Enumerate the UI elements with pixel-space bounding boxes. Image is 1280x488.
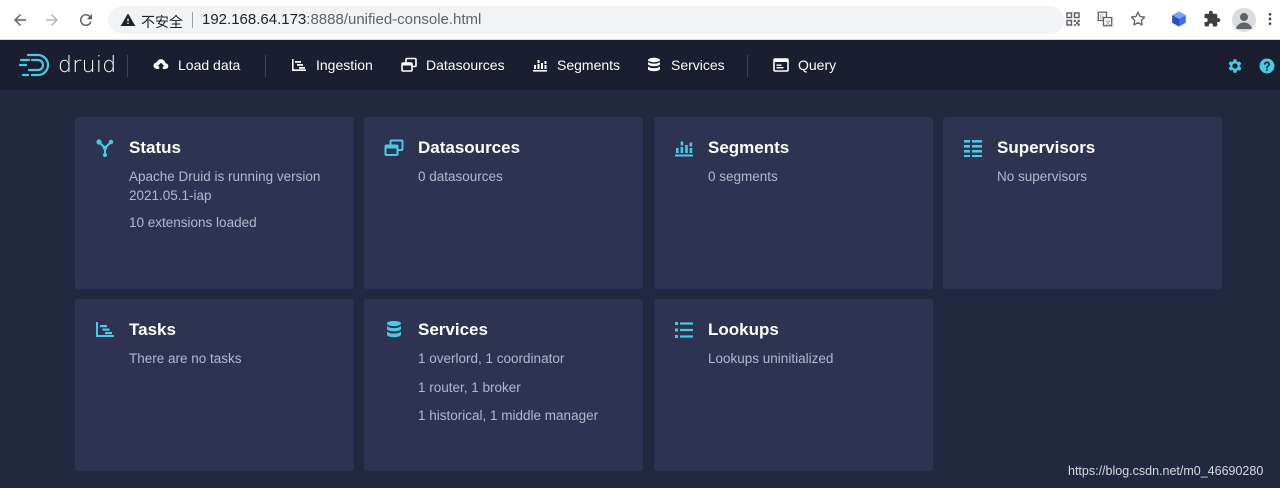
browser-toolbar: 不安全 192.168.64.173:8888/unified-console.… bbox=[0, 0, 1280, 40]
gantt-chart-icon bbox=[290, 56, 308, 74]
card-text: Apache Druid is running version 2021.05.… bbox=[129, 169, 321, 203]
stacked-chart-icon bbox=[531, 56, 549, 74]
card-title: Status bbox=[129, 138, 181, 157]
address-bar[interactable]: 不安全 192.168.64.173:8888/unified-console.… bbox=[108, 6, 1064, 34]
card-text: 0 segments bbox=[708, 169, 778, 184]
card-text: 10 extensions loaded bbox=[129, 215, 257, 230]
multi-select-icon bbox=[400, 56, 418, 74]
url-host: 192.168.64.173 bbox=[202, 11, 307, 28]
cog-icon bbox=[1228, 59, 1242, 73]
divider bbox=[192, 12, 193, 28]
card-text: There are no tasks bbox=[129, 351, 242, 366]
settings-button[interactable] bbox=[1225, 56, 1245, 76]
card-title: Datasources bbox=[418, 138, 521, 157]
back-button[interactable] bbox=[8, 8, 32, 32]
graph-icon bbox=[94, 137, 116, 159]
properties-icon bbox=[673, 319, 695, 341]
datasources-card[interactable]: Datasources 0 datasources bbox=[364, 117, 643, 289]
person-icon bbox=[1236, 13, 1252, 29]
nav-ingestion[interactable]: Ingestion bbox=[290, 53, 373, 77]
star-icon bbox=[1130, 11, 1146, 26]
arrow-left-icon bbox=[14, 14, 26, 26]
help-icon bbox=[1259, 58, 1275, 74]
nav-label: Services bbox=[671, 57, 725, 73]
app-header: druid Load data Ingestion Datasources Se… bbox=[0, 40, 1280, 90]
url-path: :8888/unified-console.html bbox=[306, 11, 482, 28]
druid-logo-icon bbox=[18, 53, 50, 77]
multi-select-icon bbox=[383, 137, 405, 159]
extension-cube-button[interactable] bbox=[1168, 8, 1190, 30]
cube-icon bbox=[1172, 11, 1186, 27]
nav-services[interactable]: Services bbox=[645, 53, 725, 77]
nav-label: Load data bbox=[178, 57, 241, 73]
nav-label: Ingestion bbox=[316, 57, 373, 73]
bookmark-button[interactable] bbox=[1127, 8, 1149, 30]
nav-datasources[interactable]: Datasources bbox=[400, 53, 505, 77]
card-text: Lookups uninitialized bbox=[708, 351, 834, 366]
extensions-button[interactable] bbox=[1201, 8, 1223, 30]
profile-avatar[interactable] bbox=[1232, 8, 1256, 32]
url-text: 192.168.64.173:8888/unified-console.html bbox=[202, 11, 481, 28]
translate-icon: G文 bbox=[1097, 11, 1113, 27]
stacked-chart-icon bbox=[673, 137, 695, 159]
header-divider bbox=[747, 55, 748, 77]
nav-segments[interactable]: Segments bbox=[531, 53, 620, 77]
services-card[interactable]: Services 1 overlord, 1 coordinator 1 rou… bbox=[364, 299, 643, 471]
svg-text:G: G bbox=[1100, 14, 1104, 20]
warning-icon bbox=[120, 13, 136, 26]
reload-button[interactable] bbox=[74, 8, 98, 32]
gantt-chart-icon bbox=[94, 319, 116, 341]
watermark-text: https://blog.csdn.net/m0_46690280 bbox=[1068, 464, 1264, 478]
cloud-upload-icon bbox=[152, 56, 170, 74]
security-label: 不安全 bbox=[141, 15, 183, 31]
forward-button[interactable] bbox=[40, 8, 64, 32]
translate-button[interactable]: G文 bbox=[1094, 8, 1116, 30]
arrow-right-icon bbox=[46, 14, 58, 26]
card-title: Segments bbox=[708, 138, 790, 157]
card-title: Lookups bbox=[708, 320, 779, 339]
supervisors-card[interactable]: Supervisors No supervisors bbox=[943, 117, 1222, 289]
header-divider bbox=[265, 55, 266, 77]
database-icon bbox=[383, 319, 405, 341]
apps-grid-button[interactable] bbox=[1062, 8, 1084, 30]
tasks-card[interactable]: Tasks There are no tasks bbox=[75, 299, 354, 471]
card-title: Supervisors bbox=[997, 138, 1096, 157]
list-columns-icon bbox=[962, 137, 984, 159]
qr-code-icon bbox=[1066, 12, 1080, 26]
card-text: No supervisors bbox=[997, 169, 1088, 184]
more-vertical-icon bbox=[1268, 13, 1272, 25]
card-text: 1 historical, 1 middle manager bbox=[418, 408, 599, 423]
reload-icon bbox=[79, 14, 92, 27]
druid-logo[interactable]: druid bbox=[18, 50, 117, 80]
browser-menu-button[interactable] bbox=[1262, 8, 1278, 30]
card-text: 1 overlord, 1 coordinator bbox=[418, 351, 565, 366]
nav-query[interactable]: Query bbox=[772, 53, 836, 77]
nav-label: Query bbox=[798, 57, 837, 73]
card-text: 1 router, 1 broker bbox=[418, 380, 521, 395]
card-text: 0 datasources bbox=[418, 169, 503, 184]
nav-label: Segments bbox=[557, 57, 621, 73]
segments-card[interactable]: Segments 0 segments bbox=[654, 117, 933, 289]
header-divider bbox=[127, 55, 128, 77]
database-icon bbox=[645, 56, 663, 74]
application-icon bbox=[772, 56, 790, 74]
puzzle-icon bbox=[1204, 10, 1221, 27]
lookups-card[interactable]: Lookups Lookups uninitialized bbox=[654, 299, 933, 471]
status-card[interactable]: Status Apache Druid is running version 2… bbox=[75, 117, 354, 289]
card-title: Services bbox=[418, 320, 488, 339]
help-button[interactable] bbox=[1257, 56, 1277, 76]
card-title: Tasks bbox=[129, 320, 176, 339]
logo-text: druid bbox=[58, 52, 117, 78]
nav-load-data[interactable]: Load data bbox=[152, 53, 240, 77]
nav-label: Datasources bbox=[426, 57, 505, 73]
